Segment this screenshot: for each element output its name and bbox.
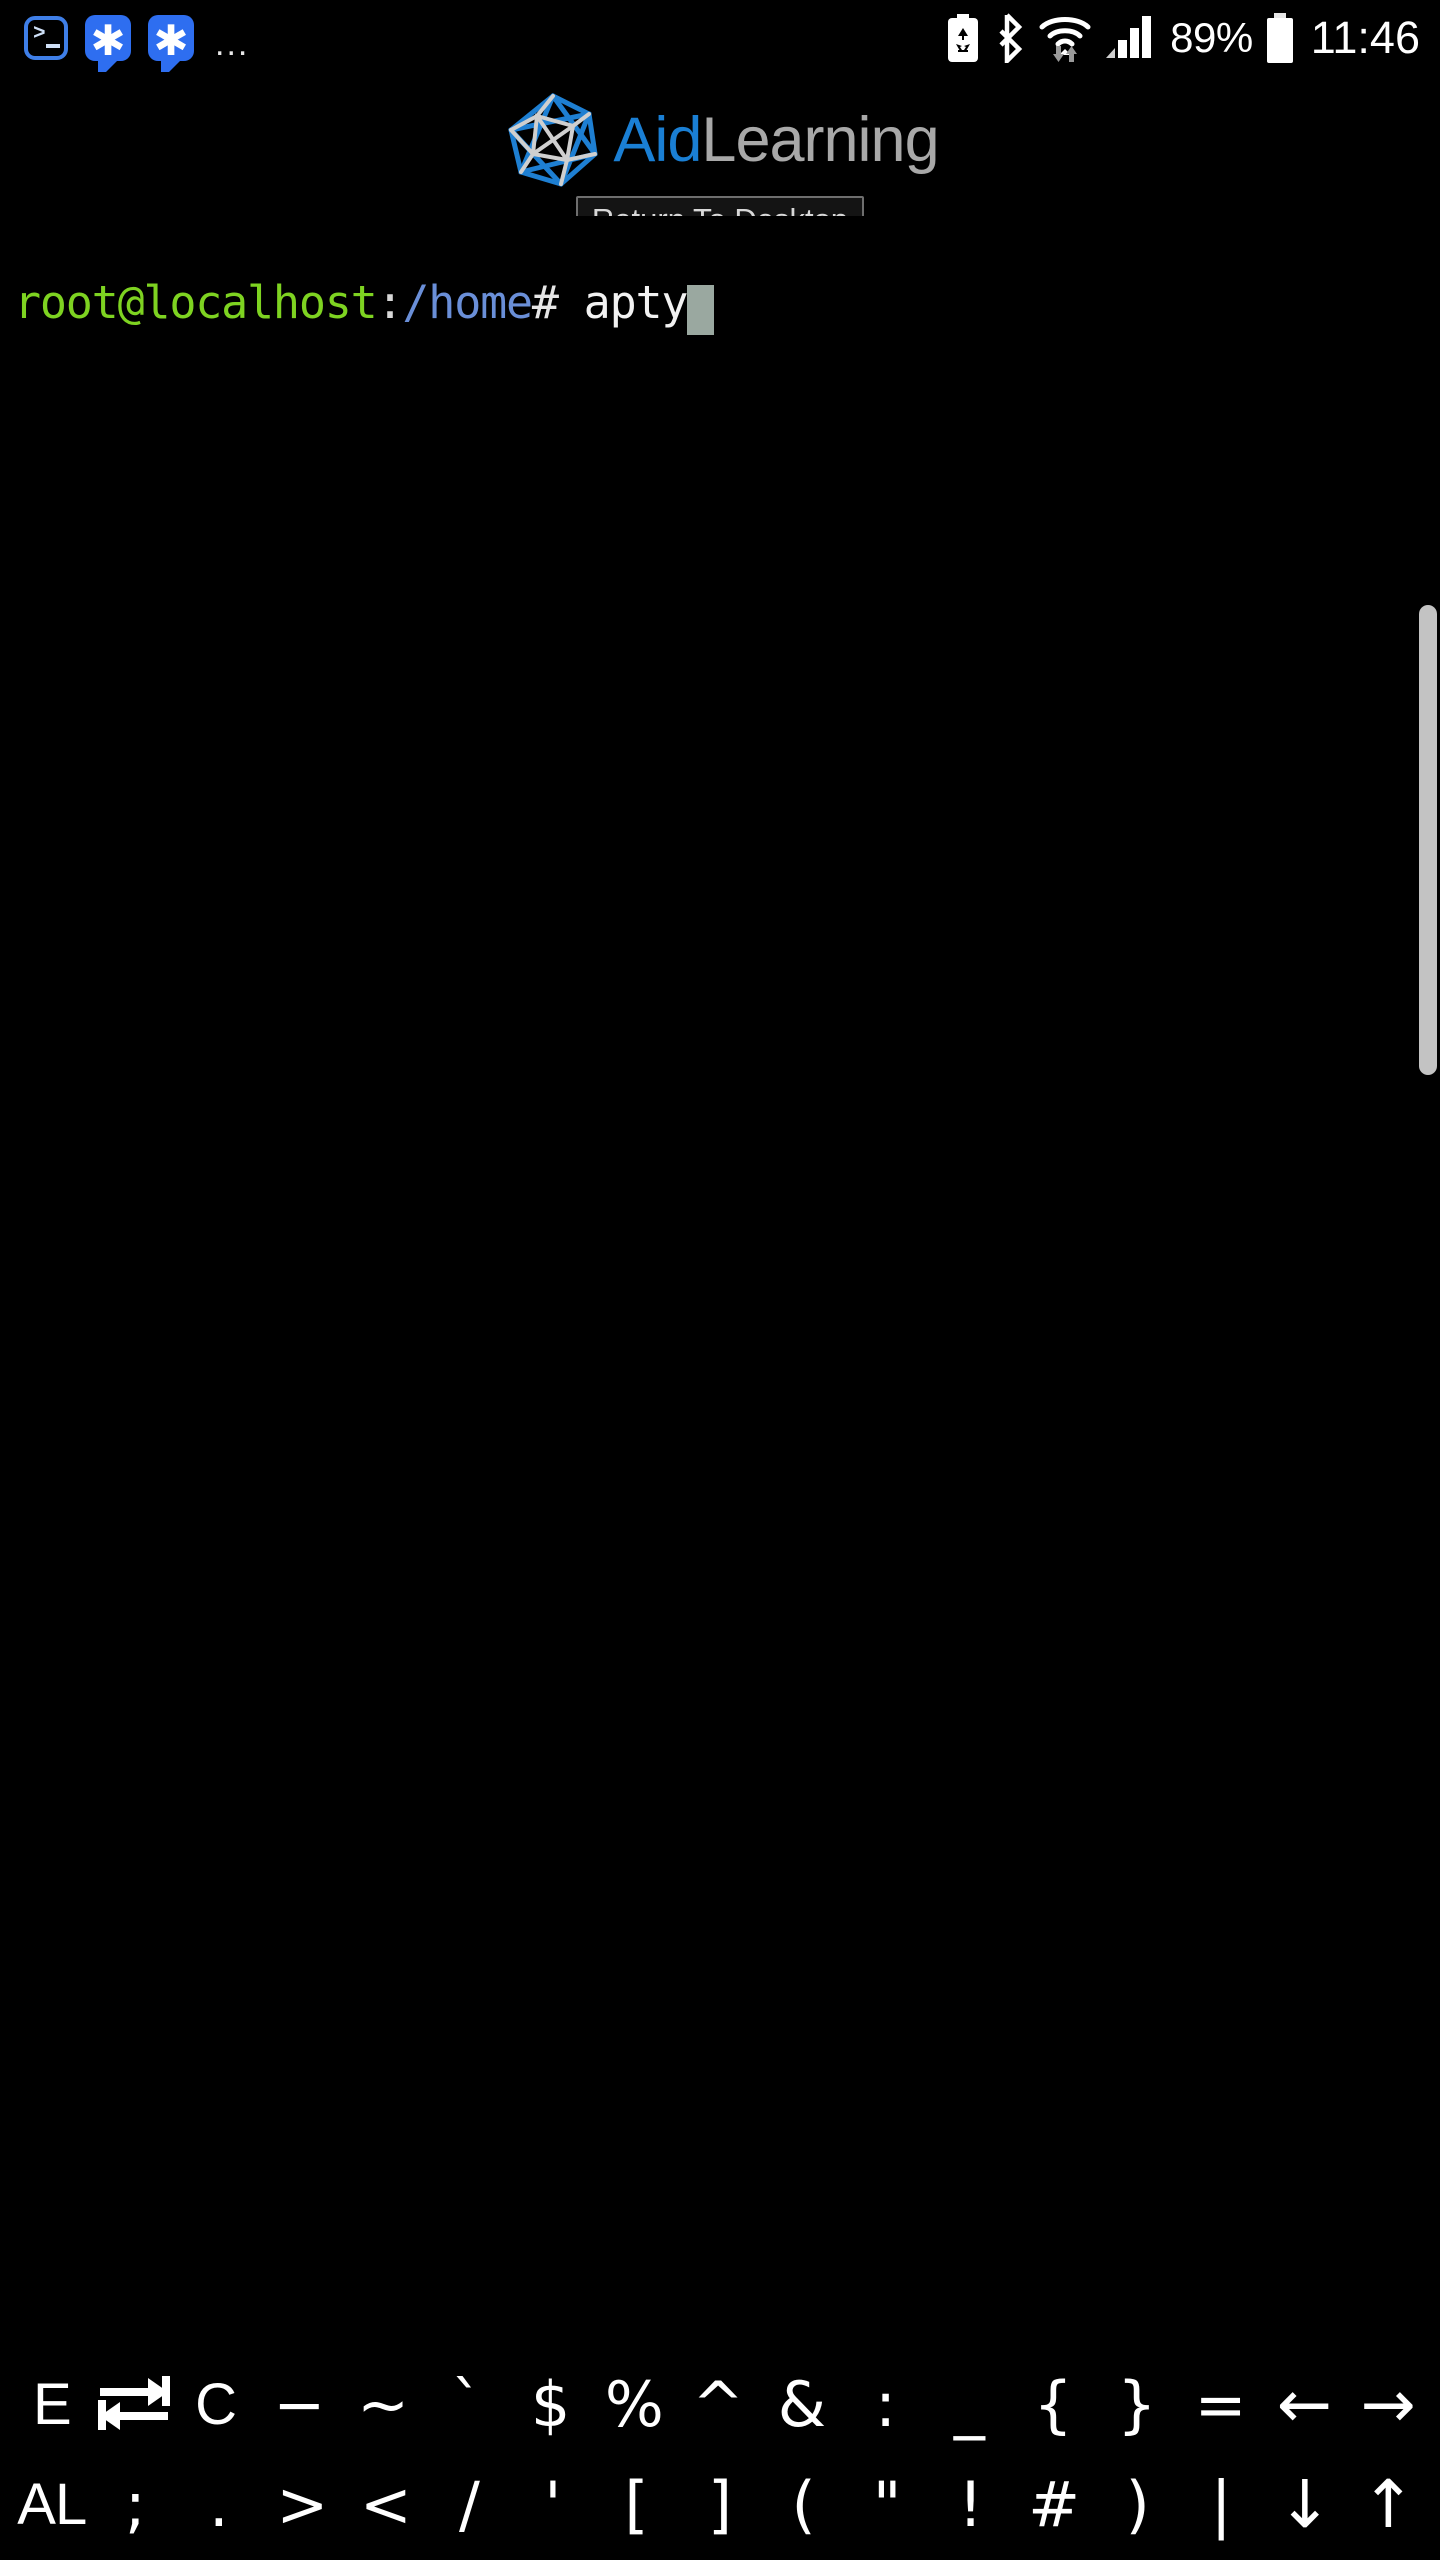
tab-arrows-icon — [96, 2372, 172, 2439]
status-indicators: 89% 11:46 — [946, 12, 1420, 64]
key-semicolon[interactable]: ; — [94, 2458, 178, 2552]
key-greater-than[interactable]: > — [261, 2458, 345, 2552]
key-arrow-down[interactable]: ↓ — [1263, 2458, 1347, 2552]
key-tab[interactable] — [94, 2358, 174, 2452]
key-equals[interactable]: = — [1179, 2358, 1263, 2452]
key-paren-close[interactable]: ) — [1096, 2458, 1180, 2552]
battery-percent-label: 89% — [1170, 14, 1253, 61]
key-brace-open[interactable]: { — [1011, 2358, 1095, 2452]
notification-icons: ✱ ✱ ... — [24, 15, 250, 72]
extra-keys-row-1: E C − ~ ` $% ^ &: _{} = ← → — [0, 2358, 1440, 2452]
key-bracket-open[interactable]: [ — [595, 2458, 679, 2552]
key-arrow-left[interactable]: ← — [1263, 2358, 1347, 2452]
extra-keys-row-2: AL;. > < / '[]("! #) | ↓ ↑ — [0, 2458, 1440, 2552]
key-dollar[interactable]: $ — [509, 2358, 593, 2452]
terminal-prompt-hash: # — [531, 276, 559, 329]
key-paren-open[interactable]: ( — [762, 2458, 846, 2552]
key-ampersand[interactable]: & — [760, 2358, 844, 2452]
header-content: AidLearning Return To Desktop — [501, 88, 940, 216]
key-brace-close[interactable]: } — [1095, 2358, 1179, 2452]
status-bar: ✱ ✱ ... — [0, 0, 1440, 76]
cellular-signal-icon — [1106, 16, 1152, 58]
battery-full-icon — [1266, 13, 1293, 63]
brand-row: AidLearning — [501, 88, 940, 192]
terminal-block-cursor — [687, 285, 715, 335]
key-esc[interactable]: E — [10, 2358, 94, 2452]
key-period[interactable]: . — [177, 2458, 261, 2552]
key-percent[interactable]: % — [593, 2358, 677, 2452]
key-minus[interactable]: − — [258, 2358, 342, 2452]
key-slash[interactable]: / — [428, 2458, 512, 2552]
battery-saver-icon — [948, 14, 979, 62]
key-bracket-close[interactable]: ] — [678, 2458, 762, 2552]
asterisk-notification-icon-1[interactable]: ✱ — [85, 15, 131, 72]
key-exclamation[interactable]: ! — [929, 2458, 1013, 2552]
key-backtick[interactable]: ` — [425, 2358, 509, 2452]
wifi-transfer-icon — [1039, 17, 1091, 62]
asterisk-glyph: ✱ — [90, 16, 126, 65]
notification-overflow-dots: ... — [215, 25, 250, 63]
page-title: AidLearning — [613, 105, 939, 175]
terminal-command-text: apty — [557, 276, 689, 329]
vertical-scrollbar[interactable] — [1419, 605, 1437, 1075]
terminal-prompt-user: root@localhost — [14, 276, 378, 329]
key-arrow-up[interactable]: ↑ — [1347, 2458, 1431, 2552]
terminal-prompt-line: root@localhost:/home# apty — [14, 276, 715, 335]
key-arrow-right[interactable]: → — [1346, 2358, 1430, 2452]
key-colon[interactable]: : — [844, 2358, 928, 2452]
app-header: AidLearning Return To Desktop — [0, 88, 1440, 216]
key-caret[interactable]: ^ — [676, 2358, 760, 2452]
key-hash[interactable]: # — [1012, 2458, 1096, 2552]
brand-primary: Aid — [613, 105, 702, 175]
key-underscore[interactable]: _ — [928, 2358, 1012, 2452]
clock-label: 11:46 — [1310, 12, 1420, 63]
key-alt[interactable]: AL — [10, 2458, 94, 2552]
key-less-than[interactable]: < — [344, 2458, 428, 2552]
key-quote[interactable]: " — [845, 2458, 929, 2552]
key-ctrl[interactable]: C — [174, 2358, 258, 2452]
terminal-notification-icon[interactable] — [24, 16, 68, 60]
terminal-output-area[interactable]: root@localhost:/home# apty — [0, 216, 1440, 2340]
return-to-desktop-button[interactable]: Return To Desktop — [575, 196, 865, 216]
bluetooth-icon — [999, 13, 1023, 63]
key-pipe[interactable]: | — [1179, 2458, 1263, 2552]
key-apostrophe[interactable]: ' — [511, 2458, 595, 2552]
asterisk-glyph: ✱ — [153, 16, 189, 65]
terminal-prompt-path: /home — [402, 276, 533, 329]
asterisk-notification-icon-2[interactable]: ✱ — [148, 15, 194, 72]
extra-keys-toolbar: E C − ~ ` $% ^ &: _{} = ← → AL;. > < / '[]("! #) | ↓ ↑ — [0, 2340, 1440, 2560]
key-tilde[interactable]: ~ — [341, 2358, 425, 2452]
polyhedron-wireframe-icon — [508, 93, 599, 187]
brand-secondary: Learning — [701, 105, 939, 175]
terminal-prompt-colon: : — [376, 276, 404, 329]
